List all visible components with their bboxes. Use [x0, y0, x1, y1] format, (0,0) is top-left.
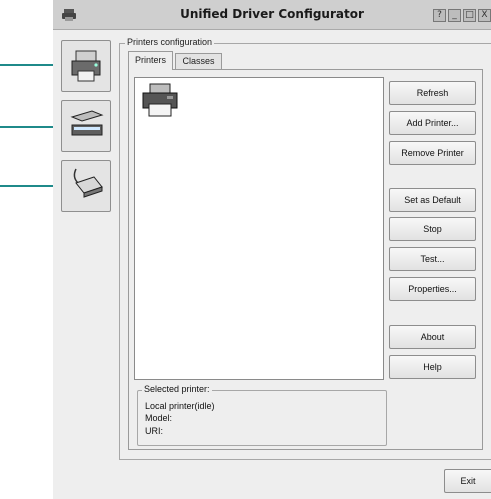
sidebar-item-scanners[interactable] [61, 100, 111, 152]
window-title: Unified Driver Configurator [180, 7, 364, 21]
tab-classes[interactable]: Classes [175, 53, 222, 69]
group-title: Printers configuration [125, 37, 215, 47]
help-window-button[interactable]: ? [433, 9, 446, 22]
stop-button[interactable]: Stop [389, 217, 476, 241]
help-button[interactable]: Help [389, 355, 476, 379]
title-bar[interactable]: Unified Driver Configurator ? _ □ X [53, 0, 491, 30]
properties-button[interactable]: Properties... [389, 277, 476, 301]
selected-printer-model: Model: [145, 413, 173, 423]
sidebar-item-ports[interactable] [61, 160, 111, 212]
about-button[interactable]: About [389, 325, 476, 349]
refresh-button[interactable]: Refresh [389, 81, 476, 105]
window-controls: ? _ □ X [433, 9, 491, 22]
maximize-button[interactable]: □ [463, 9, 476, 22]
printer-icon [71, 50, 101, 82]
minimize-button[interactable]: _ [448, 9, 461, 22]
selected-printer-group [137, 390, 387, 446]
remove-printer-button[interactable]: Remove Printer [389, 141, 476, 165]
exit-button[interactable]: Exit [444, 469, 491, 493]
sidebar-item-printers[interactable] [61, 40, 111, 92]
selected-printer-uri: URI: [145, 426, 163, 436]
add-printer-button[interactable]: Add Printer... [389, 111, 476, 135]
printer-icon [142, 83, 178, 117]
test-button[interactable]: Test... [389, 247, 476, 271]
set-default-button[interactable]: Set as Default [389, 188, 476, 212]
scanner-icon [70, 110, 104, 136]
selected-printer-title: Selected printer: [142, 384, 212, 394]
tab-printers[interactable]: Printers [128, 51, 173, 70]
list-item[interactable] [140, 82, 182, 123]
port-icon [73, 168, 103, 198]
close-button[interactable]: X [478, 9, 491, 22]
selected-printer-status: Local printer(idle) [145, 401, 215, 411]
